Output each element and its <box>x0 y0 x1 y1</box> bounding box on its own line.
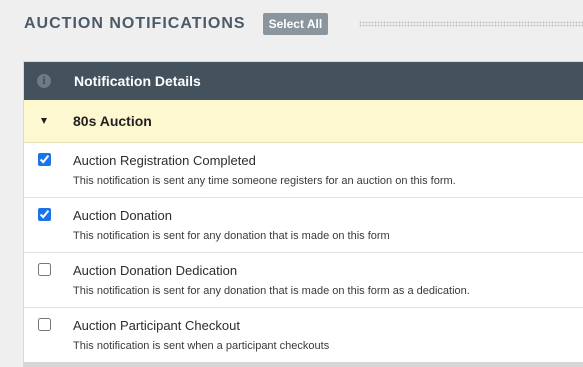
panel-header: i Notification Details <box>24 62 583 100</box>
notification-checkbox[interactable] <box>38 263 51 276</box>
notification-item: Auction Participant Checkout This notifi… <box>24 308 583 363</box>
notification-title: Auction Registration Completed <box>73 153 256 168</box>
select-all-button[interactable]: Select All <box>262 13 329 35</box>
notification-checkbox[interactable] <box>38 318 51 331</box>
notification-item: Auction Donation This notification is se… <box>24 198 583 253</box>
info-icon: i <box>37 74 51 88</box>
notification-item: Auction Registration Completed This noti… <box>24 143 583 198</box>
notification-description: This notification is sent for any donati… <box>73 285 470 297</box>
caret-down-icon[interactable] <box>41 118 47 124</box>
dotted-divider <box>359 21 583 27</box>
notification-panel: i Notification Details 80s Auction Aucti… <box>24 62 583 367</box>
notification-title: Auction Donation <box>73 208 173 223</box>
group-row-80s-auction[interactable]: 80s Auction <box>24 100 583 143</box>
notification-checkbox[interactable] <box>38 153 51 166</box>
notification-description: This notification is sent when a partici… <box>73 340 330 352</box>
notification-item: Auction Donation Dedication This notific… <box>24 253 583 308</box>
panel-footer-strip <box>24 362 583 367</box>
section-title: AUCTION NOTIFICATIONS <box>24 15 246 32</box>
notification-title: Auction Participant Checkout <box>73 318 240 333</box>
notification-title: Auction Donation Dedication <box>73 263 238 278</box>
notification-description: This notification is sent for any donati… <box>73 230 390 242</box>
notification-checkbox[interactable] <box>38 208 51 221</box>
section-header: AUCTION NOTIFICATIONS Select All <box>24 10 583 38</box>
group-title: 80s Auction <box>73 113 152 129</box>
notification-description: This notification is sent any time someo… <box>73 175 456 187</box>
panel-header-title: Notification Details <box>74 73 201 89</box>
